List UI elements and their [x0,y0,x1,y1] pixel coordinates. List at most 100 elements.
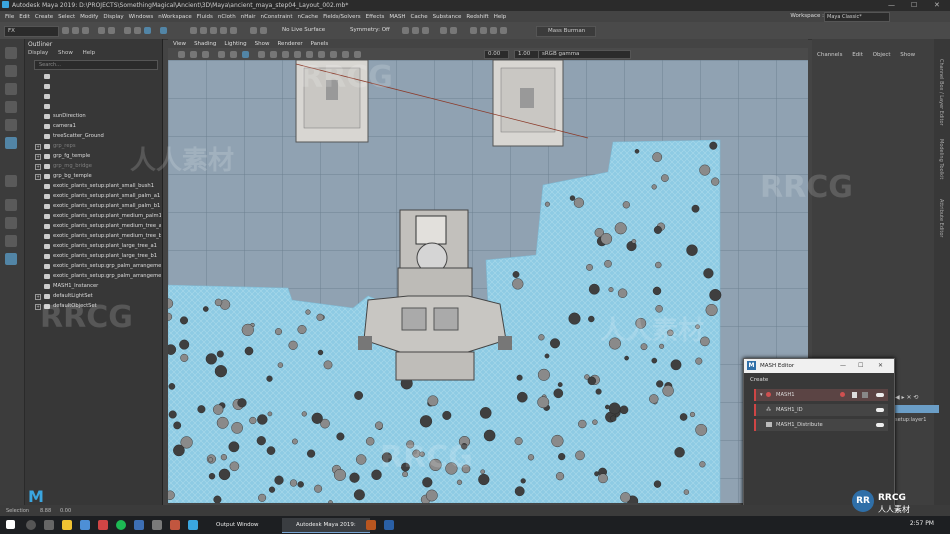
menu-item[interactable]: Fields/Solvers [323,14,361,20]
persp-outliner-layout-icon[interactable] [5,235,17,247]
render-view-icon[interactable] [450,27,457,34]
save-scene-icon[interactable] [82,27,89,34]
task-view-icon[interactable] [44,520,54,530]
expand-icon[interactable]: + [35,144,41,150]
grid-toggle-icon[interactable] [218,51,225,58]
side-tab-modeling-toolkit[interactable]: Modeling Toolkit [938,139,944,179]
file-explorer-icon[interactable] [62,520,72,530]
mash-record-icon[interactable] [840,392,845,397]
viewport-menu-item[interactable]: Panels [311,41,329,47]
outliner-item[interactable]: exotic_plants_setup:plant_medium_tree_a1 [25,222,161,231]
mash-maximize-icon[interactable]: ☐ [858,362,863,369]
viewport-menu-item[interactable]: Renderer [277,41,302,47]
outliner-item[interactable]: exotic_plants_setup:plant_large_tree_b1 [25,252,161,261]
history-icon[interactable] [250,27,257,34]
photoshop-icon[interactable] [384,520,394,530]
tool-settings-icon[interactable] [490,27,497,34]
mash-file-icon[interactable] [852,392,857,398]
image-plane-icon[interactable] [202,51,209,58]
camera-attributes-icon[interactable] [178,51,185,58]
windows-start-icon[interactable] [6,520,15,529]
four-view-layout-icon[interactable] [5,217,17,229]
menu-item[interactable]: Help [494,14,507,20]
exposure-field[interactable]: 0.00 [484,50,509,59]
shadows-icon[interactable] [306,51,313,58]
outliner-menu-display[interactable]: Display [28,50,48,56]
side-tab-attribute-editor[interactable]: Attribute Editor [938,199,944,237]
mash-close-icon[interactable]: ✕ [878,362,883,369]
construction-icon[interactable] [260,27,267,34]
mash-node-row[interactable]: MASH1_Distribute [754,419,888,431]
snap-surface-icon[interactable] [230,27,237,34]
paint-select-tool-icon[interactable] [5,83,17,95]
move-tool-icon[interactable] [5,101,17,113]
outliner-search-input[interactable]: Search... [34,60,158,70]
illustrator-icon[interactable] [366,520,376,530]
menu-item[interactable]: nCloth [218,14,236,20]
mash-create-menu[interactable]: Create [750,377,768,383]
render-icon[interactable] [402,27,409,34]
lasso-tool-icon[interactable] [5,65,17,77]
outliner-item[interactable]: exotic_plants_setup:plant_small_bush1 [25,182,161,191]
firefox-icon[interactable] [98,520,108,530]
outliner-item[interactable]: exotic_plants_setup:plant_large_tree_a1 [25,242,161,251]
menu-item[interactable]: Redshift [466,14,488,20]
lights-icon[interactable] [294,51,301,58]
outliner-item[interactable]: exotic_plants_setup:grp_palm_arrangement… [25,262,161,271]
new-scene-icon[interactable] [62,27,69,34]
single-perspective-layout-icon[interactable] [5,199,17,211]
close-icon[interactable]: ✕ [934,1,940,9]
select-component-icon[interactable] [144,27,151,34]
live-surface-label[interactable]: No Live Surface [282,27,325,33]
viewport-menu-item[interactable]: View [173,41,186,47]
menu-item[interactable]: Windows [129,14,154,20]
mash-node-row[interactable]: ⁂ MASH1_ID [754,404,888,416]
menu-item[interactable]: nCache [298,14,319,20]
menu-item[interactable]: Select [58,14,75,20]
tab-show[interactable]: Show [900,52,915,58]
app-icon[interactable] [134,520,144,530]
selection-mask-icon[interactable] [160,27,167,34]
resolution-gate-icon[interactable] [242,51,249,58]
outliner-menu-show[interactable]: Show [58,50,73,56]
colorspace-dropdown[interactable]: sRGB gamma [538,50,631,59]
symmetry-label[interactable]: Symmetry: Off [350,27,390,33]
mash-node-toggle[interactable] [876,408,884,412]
menu-item[interactable]: Substance [433,14,462,20]
mash-settings-icon[interactable] [862,392,868,398]
menu-item[interactable]: Modify [80,14,98,20]
smooth-shade-icon[interactable] [270,51,277,58]
anti-aliasing-icon[interactable] [330,51,337,58]
select-hierarchy-icon[interactable] [124,27,131,34]
mash-node-toggle[interactable] [876,393,884,397]
mash-node-row[interactable]: ▾ MASH1 [754,389,888,401]
expand-icon[interactable]: + [35,154,41,160]
scale-tool-icon[interactable] [5,137,17,149]
hypershade-icon[interactable] [440,27,447,34]
viewport-menu-item[interactable]: Show [255,41,270,47]
wireframe-icon[interactable] [258,51,265,58]
menu-item[interactable]: nHair [241,14,256,20]
bookmark-icon[interactable] [190,51,197,58]
outliner-item[interactable] [25,72,161,81]
xyz-axes-icon[interactable] [5,175,17,187]
snap-curve-icon[interactable] [200,27,207,34]
outliner-item[interactable]: sunDirection [25,112,161,121]
menu-item[interactable]: Cache [411,14,428,20]
menu-item[interactable]: nWorkspace [158,14,192,20]
edge-icon[interactable] [80,520,90,530]
node-tools-icon[interactable]: ◀ ▸ ✕ ⟲ [895,394,918,401]
attribute-editor-icon[interactable] [480,27,487,34]
open-scene-icon[interactable] [72,27,79,34]
tab-channels[interactable]: Channels [817,52,842,58]
isolate-select-icon[interactable] [342,51,349,58]
menu-item[interactable]: nConstraint [260,14,292,20]
app-icon[interactable] [152,520,162,530]
collapse-arrow-icon[interactable]: ▾ [760,389,763,401]
taskbar-output-window[interactable]: Output Window [202,518,294,532]
mash-minimize-icon[interactable]: — [840,362,846,369]
snap-grid-icon[interactable] [190,27,197,34]
select-tool-icon[interactable] [5,47,17,59]
snap-point-icon[interactable] [210,27,217,34]
mash-node-toggle[interactable] [876,423,884,427]
